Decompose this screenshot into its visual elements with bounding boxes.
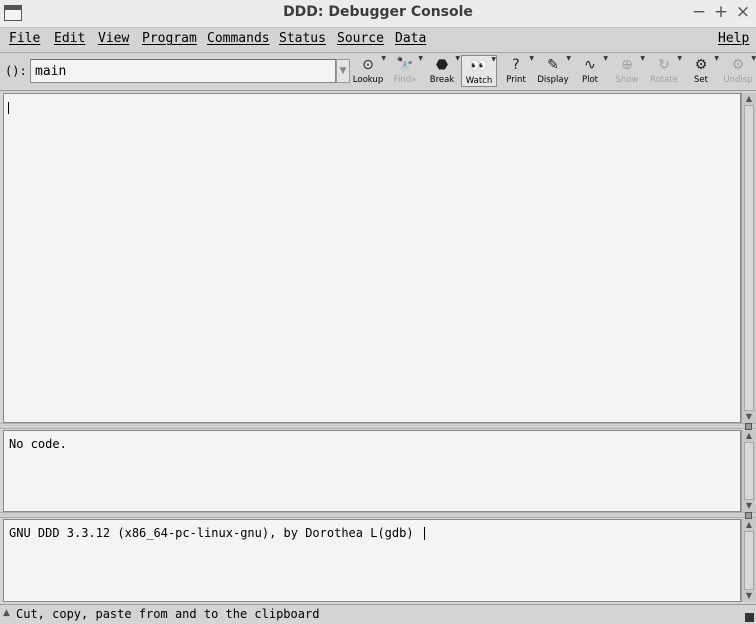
console-cursor: [423, 527, 425, 540]
sash-handle[interactable]: [745, 512, 752, 519]
debugger-console[interactable]: GNU DDD 3.3.12 (x86_64-pc-linux-gnu), by…: [3, 519, 741, 602]
data-display-pane[interactable]: [3, 93, 741, 423]
source-pane[interactable]: No code.: [3, 430, 741, 512]
argument-label: ():: [5, 64, 27, 78]
dropdown-caret-icon: ▼: [455, 55, 460, 62]
toolbar-button-label: Rotate: [650, 75, 678, 85]
scroll-down-arrow-icon[interactable]: ▼: [743, 591, 755, 601]
status-bar: ▲ Cut, copy, paste from and to the clipb…: [0, 604, 756, 624]
dropdown-caret-icon: ▼: [640, 55, 645, 62]
toolbar-button-label: Print: [506, 75, 526, 85]
scroll-thumb[interactable]: [744, 105, 754, 411]
sash-handle[interactable]: [745, 423, 752, 430]
menu-data[interactable]: Data: [395, 31, 426, 46]
data-pane-scrollbar[interactable]: ▲ ▼: [741, 93, 756, 423]
title-bar: DDD: Debugger Console − + ×: [0, 0, 756, 28]
watch-button[interactable]: 👀 Watch ▼: [461, 55, 497, 87]
toolbar-button-label: Break: [429, 75, 455, 85]
argument-input[interactable]: [30, 59, 336, 83]
scroll-thumb[interactable]: [744, 442, 754, 500]
source-pane-scrollbar[interactable]: ▲ ▼: [741, 430, 756, 512]
toolbar-button-label: Watch: [465, 76, 493, 86]
toolbar-button-label: Undisp: [723, 75, 753, 85]
argument-history-button[interactable]: ▼: [336, 59, 350, 83]
scroll-up-arrow-icon[interactable]: ▲: [743, 94, 755, 104]
console-scrollbar[interactable]: ▲ ▼: [741, 519, 756, 602]
scroll-down-arrow-icon[interactable]: ▼: [743, 501, 755, 511]
tool-bar: (): ▼ ⊙Lookup▼🔭Find»▼⬣Break▼👀Watch▼?Prin…: [0, 53, 756, 91]
scroll-up-arrow-icon[interactable]: ▲: [743, 520, 755, 530]
menu-status[interactable]: Status: [279, 31, 326, 46]
menu-bar: File Edit View Program Commands Status S…: [0, 28, 756, 53]
pane-sash-2[interactable]: [0, 512, 756, 519]
toolbar-button-label: Set: [694, 75, 708, 85]
plot-button[interactable]: ∿ Plot ▼: [572, 55, 608, 87]
console-output: GNU DDD 3.3.12 (x86_64-pc-linux-gnu), by…: [9, 526, 425, 540]
print-button[interactable]: ? Print ▼: [498, 55, 534, 87]
dropdown-caret-icon: ▼: [491, 56, 496, 63]
dropdown-caret-icon: ▼: [381, 55, 386, 62]
pane-sash-1[interactable]: [0, 423, 756, 430]
source-text: No code.: [9, 437, 67, 451]
text-cursor: [8, 102, 9, 114]
menu-source[interactable]: Source: [337, 31, 384, 46]
menu-view[interactable]: View: [98, 31, 129, 46]
resize-grip-icon[interactable]: [745, 613, 754, 622]
find-button[interactable]: 🔭 Find» ▼: [387, 55, 423, 87]
dropdown-caret-icon: ▼: [566, 55, 571, 62]
undisp-button[interactable]: ⚙ Undisp ▼: [720, 55, 756, 87]
status-message: Cut, copy, paste from and to the clipboa…: [16, 607, 320, 621]
close-button[interactable]: ×: [734, 2, 752, 22]
toolbar-button-label: Find»: [393, 75, 417, 85]
rotate-button[interactable]: ↻ Rotate ▼: [646, 55, 682, 87]
status-history-arrow-icon[interactable]: ▲: [3, 608, 10, 618]
break-button[interactable]: ⬣ Break ▼: [424, 55, 460, 87]
set-button[interactable]: ⚙ Set ▼: [683, 55, 719, 87]
scroll-down-arrow-icon[interactable]: ▼: [743, 412, 755, 422]
menu-commands[interactable]: Commands: [207, 31, 270, 46]
dropdown-caret-icon: ▼: [751, 55, 756, 62]
toolbar-button-label: Lookup: [352, 75, 384, 85]
dropdown-caret-icon: ▼: [714, 55, 719, 62]
toolbar-button-label: Plot: [581, 75, 599, 85]
dropdown-caret-icon: ▼: [603, 55, 608, 62]
minimize-button[interactable]: −: [690, 2, 708, 22]
toolbar-button-label: Show: [615, 75, 639, 85]
dropdown-caret-icon: ▼: [677, 55, 682, 62]
maximize-button[interactable]: +: [712, 2, 730, 22]
menu-help[interactable]: Help: [718, 31, 749, 46]
lookup-button[interactable]: ⊙ Lookup ▼: [350, 55, 386, 87]
menu-file[interactable]: File: [9, 31, 40, 46]
scroll-up-arrow-icon[interactable]: ▲: [743, 431, 755, 441]
show-button[interactable]: ⊕ Show ▼: [609, 55, 645, 87]
menu-edit[interactable]: Edit: [54, 31, 85, 46]
dropdown-caret-icon: ▼: [418, 55, 423, 62]
display-button[interactable]: ✎ Display ▼: [535, 55, 571, 87]
toolbar-button-label: Display: [537, 75, 569, 85]
dropdown-caret-icon: ▼: [529, 55, 534, 62]
scroll-thumb[interactable]: [744, 531, 754, 590]
window-title: DDD: Debugger Console: [283, 4, 473, 20]
menu-program[interactable]: Program: [142, 31, 197, 46]
